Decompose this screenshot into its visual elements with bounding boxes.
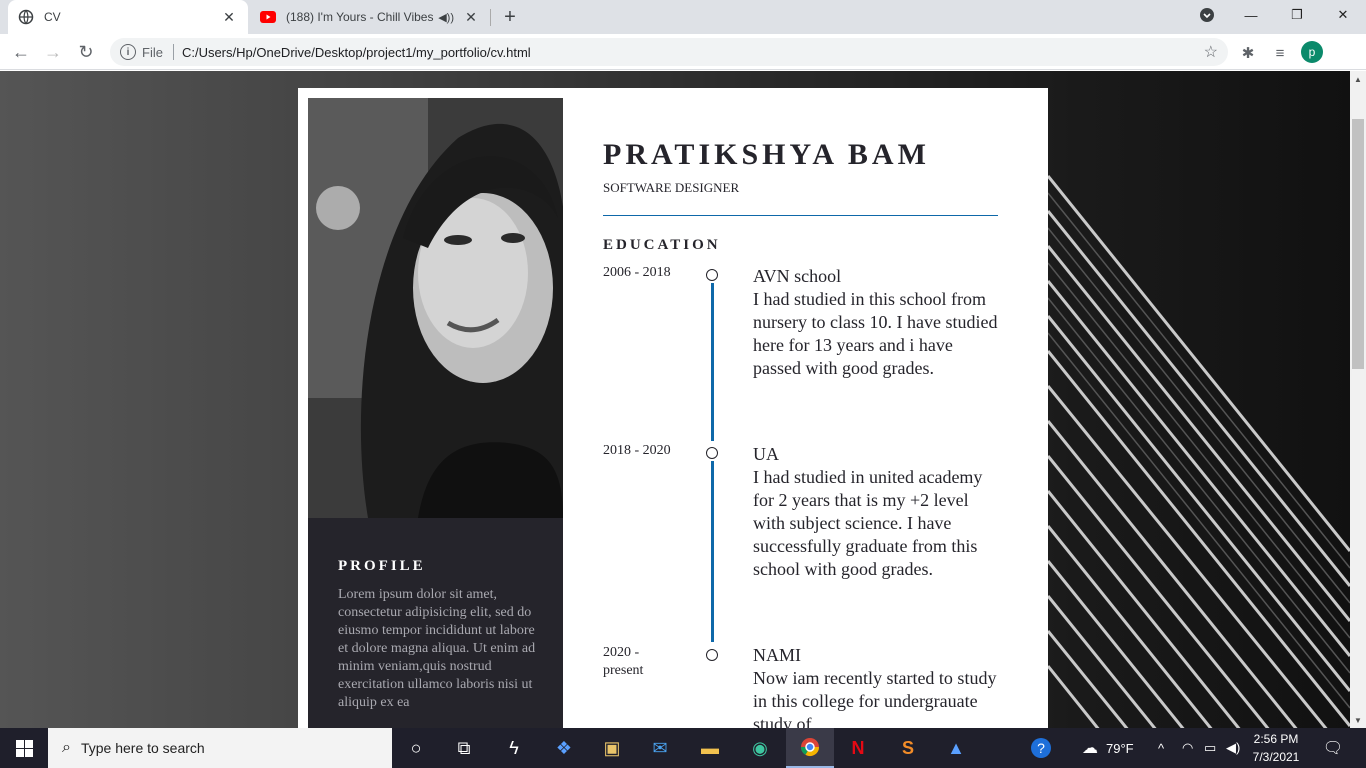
address-separator [172, 44, 174, 60]
education-item: NAMI Now iam recently started to study i… [753, 644, 1003, 728]
tab-title: CV [44, 10, 61, 24]
address-scheme: File [142, 44, 163, 60]
taskbar: ⌕ Type here to search ○ ⧉ ϟ ❖ ▣ ✉ ▬ ◉ N … [0, 728, 1366, 768]
bookmark-star-icon[interactable]: ☆ [1204, 42, 1218, 62]
close-tab-icon[interactable]: ✕ [220, 8, 238, 26]
education-item: UA I had studied in united academy for 2… [753, 443, 1003, 581]
address-url[interactable]: C:/Users/Hp/OneDrive/Desktop/project1/my… [182, 45, 531, 60]
profile-avatar[interactable]: p [1301, 41, 1323, 63]
speaker-icon[interactable]: ◀)) [438, 11, 454, 24]
new-tab-button[interactable]: + [498, 5, 522, 29]
page-scrollbar[interactable]: ▲ ▼ [1350, 71, 1366, 728]
cloud-icon: ☁ [1082, 740, 1098, 757]
search-placeholder: Type here to search [80, 740, 205, 756]
cv-name: PRATIKSHYA BAM [603, 138, 930, 171]
cv-role: SOFTWARE DESIGNER [603, 180, 740, 195]
media-control-icon[interactable]: ≡ [1269, 42, 1291, 64]
cv-sidebar: PROFILE Lorem ipsum dolor sit amet, cons… [308, 98, 563, 728]
page-viewport: PROFILE Lorem ipsum dolor sit amet, cons… [0, 71, 1350, 728]
school-name: AVN school [753, 266, 842, 286]
profile-heading: PROFILE [338, 558, 426, 574]
close-tab-icon[interactable]: ✕ [462, 8, 480, 26]
school-name: UA [753, 444, 779, 464]
education-years: 2018 - 2020 [603, 443, 671, 458]
weather-temp: 79°F [1106, 740, 1134, 756]
back-button[interactable]: ← [7, 38, 35, 66]
clock-date: 7/3/2021 [1252, 750, 1300, 764]
show-hidden-icons-icon[interactable]: ^ [1158, 728, 1164, 768]
battery-icon[interactable]: ▭ [1204, 728, 1216, 768]
wifi-icon[interactable]: ◠ [1182, 728, 1193, 768]
restore-button[interactable]: ❐ [1274, 0, 1320, 30]
building-background-image [1048, 175, 1350, 728]
school-name: NAMI [753, 645, 801, 665]
file-explorer-icon[interactable]: ▬ [686, 728, 734, 768]
tab-cv[interactable]: CV ✕ [8, 0, 248, 34]
scroll-down-arrow-icon[interactable]: ▼ [1350, 712, 1366, 728]
timeline-dot [706, 447, 718, 459]
dropbox-icon[interactable]: ❖ [540, 728, 588, 768]
weather-widget[interactable]: ☁ 79°F [1082, 728, 1134, 768]
tab-strip: CV ✕ (188) I'm Yours - Chill Vibes ◀)) ✕… [0, 0, 1366, 34]
browser-toolbar: ← → ↻ i File C:/Users/Hp/OneDrive/Deskto… [0, 34, 1366, 70]
timeline-dot [706, 269, 718, 281]
profile-text: Lorem ipsum dolor sit amet, consectetur … [338, 587, 536, 710]
address-bar[interactable]: i File C:/Users/Hp/OneDrive/Desktop/proj… [110, 38, 1228, 66]
scroll-up-arrow-icon[interactable]: ▲ [1350, 71, 1366, 87]
tab-title: (188) I'm Yours - Chill Vibes [286, 10, 434, 24]
netflix-icon[interactable]: N [834, 728, 882, 768]
task-view-icon[interactable]: ⧉ [440, 728, 488, 768]
globe-icon [18, 9, 34, 25]
windows-logo-icon [15, 739, 33, 757]
svg-text:?: ? [1037, 740, 1045, 756]
start-button[interactable] [0, 728, 48, 768]
taskbar-search-box[interactable]: ⌕ Type here to search [48, 728, 392, 768]
volume-icon[interactable]: ◀) [1226, 728, 1240, 768]
education-heading: EDUCATION [603, 237, 721, 253]
edge-icon[interactable]: ◉ [736, 728, 784, 768]
timeline-line [711, 461, 714, 642]
clock-time: 2:56 PM [1253, 732, 1299, 746]
forward-button[interactable]: → [39, 38, 67, 66]
education-years: 2006 - 2018 [603, 265, 671, 280]
info-icon[interactable]: i [120, 44, 136, 60]
tab-youtube[interactable]: (188) I'm Yours - Chill Vibes ◀)) ✕ [250, 0, 490, 34]
timeline-dot [706, 649, 718, 661]
education-description: Now iam recently started to study in thi… [753, 668, 997, 728]
photos-icon[interactable]: ▲ [932, 728, 980, 768]
profile-photo [308, 98, 563, 518]
scroll-thumb[interactable] [1352, 119, 1364, 369]
header-divider [603, 215, 998, 216]
notification-icon[interactable]: 🗨 [1318, 728, 1348, 768]
education-description: I had studied in this school from nurser… [753, 289, 998, 378]
timeline-line [711, 283, 714, 441]
app-icon[interactable]: ϟ [490, 728, 538, 768]
close-window-button[interactable]: ✕ [1320, 0, 1366, 30]
extensions-puzzle-icon[interactable]: ✱ [1237, 42, 1259, 64]
education-item: AVN school I had studied in this school … [753, 265, 1003, 380]
tab-separator [490, 9, 491, 26]
education-years: 2020 - present [603, 645, 644, 678]
tab-search-icon[interactable] [1184, 0, 1230, 30]
sublime-text-icon[interactable]: S [884, 728, 932, 768]
system-clock[interactable]: 2:56 PM 7/3/2021 [1245, 730, 1307, 766]
search-icon: ⌕ [62, 739, 71, 756]
education-description: I had studied in united academy for 2 ye… [753, 467, 983, 579]
help-icon[interactable]: ? [1030, 728, 1052, 768]
youtube-icon [260, 9, 276, 25]
store-icon[interactable]: ▣ [588, 728, 636, 768]
reload-button[interactable]: ↻ [72, 38, 100, 66]
chrome-icon[interactable] [786, 728, 834, 768]
cv-card: PROFILE Lorem ipsum dolor sit amet, cons… [298, 88, 1048, 728]
minimize-button[interactable]: — [1228, 0, 1274, 30]
cortana-icon[interactable]: ○ [392, 728, 440, 768]
mail-icon[interactable]: ✉ [636, 728, 684, 768]
